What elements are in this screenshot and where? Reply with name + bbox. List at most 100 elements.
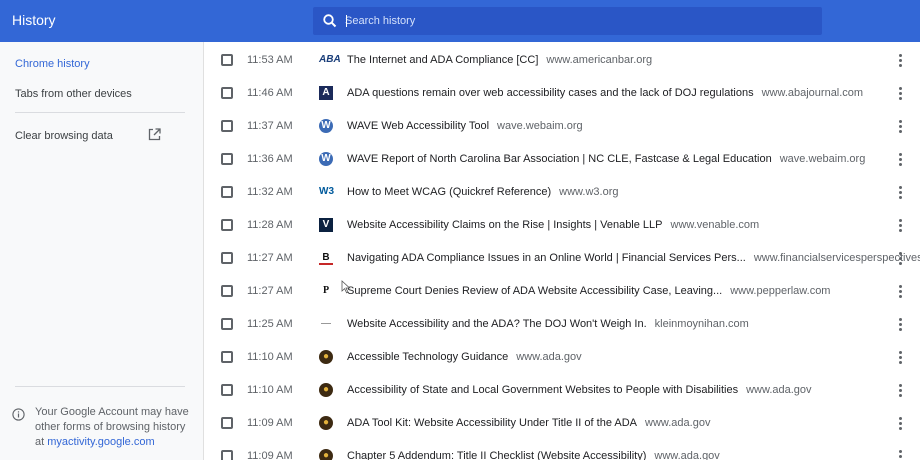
history-entry-link[interactable]: WAVE Web Accessibility Tool wave.webaim.o… — [347, 120, 583, 132]
row-checkbox[interactable] — [221, 120, 233, 132]
search-input[interactable] — [345, 11, 805, 31]
sidebar-divider — [15, 112, 185, 113]
row-checkbox[interactable] — [221, 384, 233, 396]
more-actions-icon[interactable] — [894, 86, 908, 101]
history-row[interactable]: 11:46 AM A ADA questions remain over web… — [205, 77, 920, 110]
more-actions-icon[interactable] — [894, 53, 908, 68]
more-actions-icon[interactable] — [894, 350, 908, 365]
history-row[interactable]: 11:32 AM W3 How to Meet WCAG (Quickref R… — [205, 176, 920, 209]
history-entry-link[interactable]: ADA questions remain over web accessibil… — [347, 87, 863, 99]
history-row[interactable]: 11:37 AM W WAVE Web Accessibility Tool wa… — [205, 110, 920, 143]
search-icon[interactable] — [322, 13, 338, 29]
entry-domain: www.ada.gov — [654, 450, 720, 460]
history-entry-link[interactable]: Navigating ADA Compliance Issues in an O… — [347, 252, 920, 264]
history-entry-link[interactable]: Website Accessibility Claims on the Rise… — [347, 219, 759, 231]
more-actions-icon[interactable] — [894, 119, 908, 134]
history-row[interactable]: 11:25 AM — Website Accessibility and the… — [205, 308, 920, 341]
aba-journal-icon: A — [319, 86, 333, 100]
entry-domain: www.pepperlaw.com — [730, 285, 831, 297]
history-entry-link[interactable]: Chapter 5 Addendum: Title II Checklist (… — [347, 450, 720, 460]
more-actions-icon[interactable] — [894, 317, 908, 332]
visit-time: 11:25 AM — [247, 318, 293, 330]
entry-title: How to Meet WCAG (Quickref Reference) — [347, 186, 552, 198]
entry-domain: www.ada.gov — [645, 417, 711, 429]
entry-title: Accessibility of State and Local Governm… — [347, 384, 739, 396]
history-row[interactable]: 11:09 AM ● ADA Tool Kit: Website Accessi… — [205, 407, 920, 440]
row-checkbox[interactable] — [221, 186, 233, 198]
history-entry-link[interactable]: How to Meet WCAG (Quickref Reference) www… — [347, 186, 618, 198]
history-entry-link[interactable]: ADA Tool Kit: Website Accessibility Unde… — [347, 417, 710, 429]
top-toolbar: History — [0, 0, 920, 42]
entry-title: Navigating ADA Compliance Issues in an O… — [347, 252, 746, 264]
history-row[interactable]: 11:09 AM ● Chapter 5 Addendum: Title II … — [205, 440, 920, 460]
sidebar-item-chrome-history[interactable]: Chrome history — [15, 58, 90, 70]
row-checkbox[interactable] — [221, 417, 233, 429]
row-checkbox[interactable] — [221, 351, 233, 363]
history-row[interactable]: 11:27 AM P Supreme Court Denies Review o… — [205, 275, 920, 308]
visit-time: 11:27 AM — [247, 252, 293, 264]
more-actions-icon[interactable] — [894, 383, 908, 398]
sidebar: Chrome history Tabs from other devices C… — [0, 42, 204, 460]
mouse-cursor-icon — [341, 280, 351, 294]
sidebar-item-tabs-other-devices[interactable]: Tabs from other devices — [15, 88, 132, 100]
row-checkbox[interactable] — [221, 219, 233, 231]
entry-title: ADA questions remain over web accessibil… — [347, 87, 754, 99]
more-actions-icon[interactable] — [894, 152, 908, 167]
history-row[interactable]: 11:36 AM W WAVE Report of North Carolina… — [205, 143, 920, 176]
history-entry-link[interactable]: Supreme Court Denies Review of ADA Websi… — [347, 285, 830, 297]
entry-title: Supreme Court Denies Review of ADA Websi… — [347, 285, 723, 297]
visit-time: 11:10 AM — [247, 351, 293, 363]
aba-icon: ABA — [319, 54, 341, 65]
visit-time: 11:09 AM — [247, 450, 293, 460]
w3c-icon: W3 — [319, 186, 334, 197]
visit-time: 11:27 AM — [247, 285, 293, 297]
history-row[interactable]: 11:28 AM V Website Accessibility Claims … — [205, 209, 920, 242]
visit-time: 11:37 AM — [247, 120, 293, 132]
kleinmoynihan-icon: — — [321, 318, 331, 329]
history-row[interactable]: 11:27 AM B Navigating ADA Compliance Iss… — [205, 242, 920, 275]
more-actions-icon[interactable] — [894, 251, 908, 266]
history-row[interactable]: 11:10 AM ● Accessible Technology Guidanc… — [205, 341, 920, 374]
row-checkbox[interactable] — [221, 87, 233, 99]
ada-gov-icon: ● — [319, 416, 333, 430]
history-entry-link[interactable]: The Internet and ADA Compliance [CC] www.… — [347, 54, 652, 66]
entry-title: Accessible Technology Guidance — [347, 351, 509, 363]
entry-title: Website Accessibility and the ADA? The D… — [347, 318, 647, 330]
history-row[interactable]: 11:10 AM ● Accessibility of State and Lo… — [205, 374, 920, 407]
entry-domain: kleinmoynihan.com — [654, 318, 749, 330]
page-title: History — [12, 12, 56, 28]
account-history-note: Your Google Account may have other forms… — [35, 405, 195, 450]
entry-title: ADA Tool Kit: Website Accessibility Unde… — [347, 417, 638, 429]
row-checkbox[interactable] — [221, 318, 233, 330]
more-actions-icon[interactable] — [894, 185, 908, 200]
search-box[interactable] — [313, 7, 822, 35]
history-entry-link[interactable]: Accessibility of State and Local Governm… — [347, 384, 812, 396]
history-list: 11:53 AM ABA The Internet and ADA Compli… — [205, 42, 920, 460]
pepper-icon: P — [322, 285, 330, 296]
history-row[interactable]: 11:53 AM ABA The Internet and ADA Compli… — [205, 44, 920, 77]
entry-domain: www.ada.gov — [516, 351, 582, 363]
wave-icon: W — [319, 152, 333, 166]
more-actions-icon[interactable] — [894, 416, 908, 431]
visit-time: 11:53 AM — [247, 54, 293, 66]
history-entry-link[interactable]: Accessible Technology Guidance www.ada.go… — [347, 351, 582, 363]
sidebar-item-clear-browsing-data[interactable]: Clear browsing data — [15, 130, 113, 142]
ada-gov-icon: ● — [319, 383, 333, 397]
entry-domain: www.w3.org — [559, 186, 619, 198]
visit-time: 11:10 AM — [247, 384, 293, 396]
row-checkbox[interactable] — [221, 54, 233, 66]
row-checkbox[interactable] — [221, 153, 233, 165]
history-entry-link[interactable]: WAVE Report of North Carolina Bar Associ… — [347, 153, 865, 165]
sidebar-divider — [15, 386, 185, 387]
more-actions-icon[interactable] — [894, 284, 908, 299]
myactivity-link[interactable]: myactivity.google.com — [47, 436, 154, 448]
info-icon — [12, 408, 25, 421]
more-actions-icon[interactable] — [894, 218, 908, 233]
visit-time: 11:46 AM — [247, 87, 293, 99]
row-checkbox[interactable] — [221, 252, 233, 264]
history-entry-link[interactable]: Website Accessibility and the ADA? The D… — [347, 318, 749, 330]
row-checkbox[interactable] — [221, 450, 233, 460]
row-checkbox[interactable] — [221, 285, 233, 297]
open-in-new-icon[interactable] — [148, 128, 161, 141]
more-actions-icon[interactable] — [894, 449, 908, 460]
